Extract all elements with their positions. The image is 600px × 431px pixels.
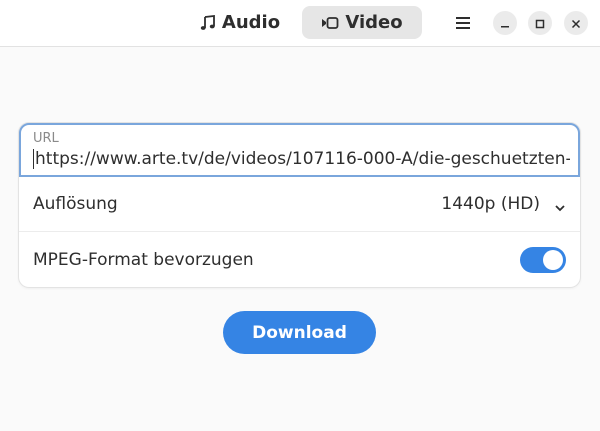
tab-audio-label: Audio: [221, 12, 281, 33]
mpeg-toggle[interactable]: [520, 247, 566, 273]
main-menu-button[interactable]: [449, 9, 477, 37]
music-note-icon: [200, 14, 216, 31]
resolution-value[interactable]: 1440p (HD): [441, 194, 540, 214]
resolution-label: Auflösung: [33, 194, 118, 214]
chevron-down-icon[interactable]: [554, 198, 566, 217]
minimize-icon: [500, 14, 510, 33]
download-button[interactable]: Download: [223, 311, 376, 354]
header-bar: Audio Video: [0, 0, 600, 47]
settings-card: URL https://www.arte.tv/de/videos/107116…: [19, 123, 580, 287]
close-button[interactable]: [564, 11, 588, 35]
tab-video[interactable]: Video: [302, 6, 422, 39]
hamburger-menu-icon: [456, 14, 470, 33]
url-label: URL: [33, 131, 59, 146]
minimize-button[interactable]: [493, 11, 517, 35]
maximize-button[interactable]: [528, 11, 552, 35]
tab-video-label: Video: [345, 12, 403, 33]
tab-audio[interactable]: Audio: [192, 6, 288, 39]
mpeg-row: MPEG-Format bevorzugen: [19, 232, 580, 287]
video-camera-icon: [321, 16, 339, 30]
toggle-knob: [543, 250, 563, 270]
mpeg-label: MPEG-Format bevorzugen: [33, 249, 254, 270]
maximize-icon: [535, 14, 545, 33]
close-icon: [571, 14, 581, 33]
app-window: Audio Video URL https://www.arte.tv/de/v…: [0, 0, 600, 431]
url-field[interactable]: URL https://www.arte.tv/de/videos/107116…: [19, 123, 580, 177]
url-input[interactable]: https://www.arte.tv/de/videos/107116-000…: [33, 149, 570, 169]
resolution-row[interactable]: Auflösung 1440p (HD): [19, 177, 580, 232]
